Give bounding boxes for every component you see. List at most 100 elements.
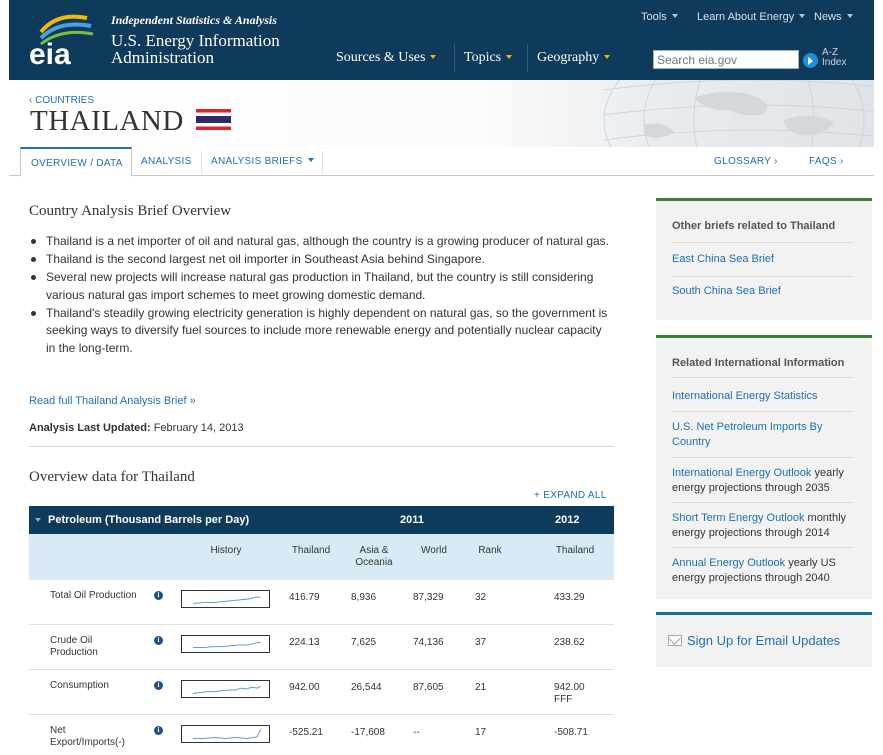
flag-stripe <box>196 123 231 127</box>
email-signup-box: Sign Up for Email Updates <box>656 612 872 667</box>
col-asia-oceania: Asia & Oceania <box>355 545 393 568</box>
intl-link-item[interactable]: International Energy Statistics <box>672 389 862 404</box>
list-item: Thailand is a net importer of oil and na… <box>29 233 609 251</box>
nav-geography[interactable]: Geography <box>537 50 611 66</box>
overview-heading: Country Analysis Brief Overview <box>29 203 232 219</box>
link-text[interactable]: International Energy Outlook <box>672 467 811 479</box>
related-intl-box: Related International Information Intern… <box>656 335 872 599</box>
intl-link-item[interactable]: Short Term Energy Outlook monthly energy… <box>672 511 862 541</box>
flag-stripe <box>196 112 231 116</box>
nav-topics[interactable]: Topics <box>464 50 513 66</box>
intl-link-item[interactable]: U.S. Net Petroleum Imports By Country <box>672 420 862 450</box>
util-nav-news[interactable]: News <box>814 11 853 23</box>
link-text[interactable]: U.S. Net Petroleum Imports By Country <box>672 421 822 448</box>
cell-thailand: 416.79 <box>289 592 320 603</box>
value-note: FFF <box>554 694 573 705</box>
data-heading: Overview data for Thailand <box>29 469 195 485</box>
util-nav-learn[interactable]: Learn About Energy <box>697 11 806 23</box>
cell-thailand: 224.13 <box>289 637 320 648</box>
intl-link-item[interactable]: International Energy Outlook yearly ener… <box>672 466 862 496</box>
flag-stripe <box>196 126 231 130</box>
tab-divider <box>322 151 323 173</box>
chevron-down-icon <box>671 14 678 18</box>
petroleum-section-header[interactable]: Petroleum (Thousand Barrels per Day) 201… <box>29 506 614 534</box>
link-text[interactable]: International Energy Statistics <box>672 390 818 402</box>
last-updated: Analysis Last Updated: February 14, 2013 <box>29 422 244 434</box>
cell-rank: 17 <box>475 727 487 738</box>
nav-divider <box>454 44 455 72</box>
col-rank: Rank <box>478 545 502 556</box>
info-icon[interactable]: i <box>154 726 163 735</box>
related-intl-title: Related International Information <box>672 357 845 369</box>
logo-text: eia <box>29 38 71 68</box>
link-text[interactable]: Annual Energy Outlook <box>672 557 785 569</box>
history-sparkline[interactable] <box>181 680 270 698</box>
agency-name-line2: Administration <box>111 48 214 67</box>
search-submit-button[interactable] <box>803 53 818 68</box>
search-input[interactable] <box>653 50 799 69</box>
cell-thailand-2012: 238.62 <box>554 637 585 648</box>
last-updated-label: Analysis Last Updated: <box>29 422 151 434</box>
site-header: eia Independent Statistics & Analysis U.… <box>9 0 874 80</box>
country-banner: ‹ COUNTRIES THAILAND <box>9 80 874 147</box>
index-label: Index <box>822 57 847 68</box>
divider <box>672 547 854 548</box>
cell-asia: 26,544 <box>351 682 382 693</box>
cell-asia: 7,625 <box>351 637 377 648</box>
glossary-link[interactable]: GLOSSARY › <box>714 147 778 176</box>
tab-analysis[interactable]: ANALYSIS <box>141 147 192 176</box>
divider <box>672 276 854 277</box>
info-icon[interactable]: i <box>154 636 163 645</box>
tab-overview-data[interactable]: OVERVIEW / DATA <box>20 147 132 177</box>
nav-sources-uses[interactable]: Sources & Uses <box>336 50 437 66</box>
cell-thailand-2012: 942.00 FFF <box>554 682 585 706</box>
cell-thailand: 942.00 <box>289 682 320 693</box>
a-z-index-link[interactable]: A-Z Index <box>822 48 846 68</box>
intl-link-item[interactable]: Annual Energy Outlook yearly US energy p… <box>672 556 862 586</box>
chevron-down-icon <box>799 14 806 18</box>
south-china-sea-link[interactable]: South China Sea Brief <box>672 284 862 299</box>
eia-logo[interactable]: eia <box>27 10 97 68</box>
link-text[interactable]: Short Term Energy Outlook <box>672 512 804 524</box>
country-tabs: OVERVIEW / DATA ANALYSIS ANALYSIS BRIEFS… <box>9 147 874 177</box>
globe-graphic <box>603 80 874 147</box>
chevron-down-icon <box>430 55 437 59</box>
util-nav-tools[interactable]: Tools <box>641 11 678 23</box>
cell-thailand: -525.21 <box>289 727 323 738</box>
table-row: Net Export/Imports(-) i -525.21 -17,608 … <box>29 715 614 755</box>
east-china-sea-link[interactable]: East China Sea Brief <box>672 252 862 267</box>
cell-asia: 8,936 <box>351 592 377 603</box>
tab-analysis-briefs[interactable]: ANALYSIS BRIEFS <box>211 147 314 176</box>
divider <box>672 502 854 503</box>
divider <box>672 377 854 378</box>
email-signup-link[interactable]: Sign Up for Email Updates <box>687 633 840 648</box>
info-icon[interactable]: i <box>154 591 163 600</box>
col-history: History <box>210 545 242 556</box>
year-2011: 2011 <box>400 514 424 526</box>
expand-all-button[interactable]: + EXPAND ALL <box>534 490 607 501</box>
chevron-down-icon <box>506 55 513 59</box>
cell-world: 74,136 <box>413 637 444 648</box>
history-sparkline[interactable] <box>181 635 270 653</box>
row-label: Net Export/Imports(-) <box>50 725 126 748</box>
related-briefs-box: Other briefs related to Thailand East Ch… <box>656 198 872 320</box>
read-full-brief-link[interactable]: Read full Thailand Analysis Brief » <box>29 395 196 407</box>
row-label: Consumption <box>50 680 109 691</box>
faqs-link[interactable]: FAQS › <box>809 147 844 176</box>
info-icon[interactable]: i <box>154 681 163 690</box>
col-thailand: Thailand <box>291 545 331 556</box>
section-title: Petroleum (Thousand Barrels per Day) <box>48 514 250 526</box>
table-row: Consumption i 942.00 26,544 87,605 21 94… <box>29 670 614 715</box>
value: 942.00 <box>554 682 585 693</box>
tagline: Independent Statistics & Analysis <box>111 13 277 27</box>
cell-rank: 21 <box>475 682 487 693</box>
list-item: Thailand is the second largest net oil i… <box>29 251 609 269</box>
cell-world: 87,605 <box>413 682 444 693</box>
row-label: Crude Oil Production <box>50 635 98 658</box>
col-world: World <box>421 545 447 556</box>
row-label: Total Oil Production <box>50 590 137 601</box>
history-sparkline[interactable] <box>181 725 270 743</box>
flag-stripe <box>196 116 231 123</box>
history-sparkline[interactable] <box>181 590 270 608</box>
cell-rank: 32 <box>475 592 487 603</box>
